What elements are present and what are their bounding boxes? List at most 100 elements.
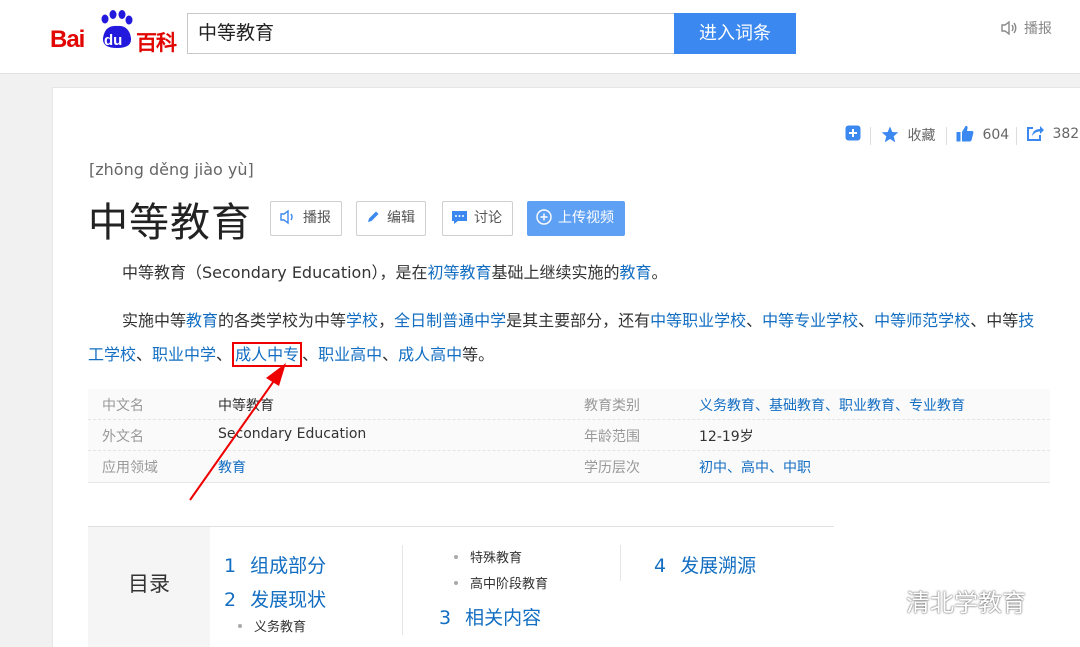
toc-item[interactable]: 1 组成部分 (224, 551, 326, 578)
top-broadcast-button[interactable]: 播报 (1000, 18, 1052, 38)
link-adult-high-school[interactable]: 成人高中 (398, 345, 462, 364)
toc-heading: 目录 (88, 527, 210, 647)
summary-text: 、 (382, 345, 399, 364)
toc-number: 3 (439, 607, 452, 629)
infobox-row: 应用领域 教育 学历层次 初中、高中、中职 (88, 451, 1050, 483)
share-count: 382 (1052, 126, 1080, 142)
infobox-value-link[interactable]: 义务教育、基础教育、职业教育、专业教育 (699, 395, 965, 415)
edit-button[interactable]: 编辑 (356, 201, 426, 236)
infobox-value: 中等教育 (218, 398, 274, 414)
like-button[interactable]: 604 (956, 125, 1009, 143)
enter-entry-button[interactable]: 进入词条 (674, 13, 796, 54)
toc-item[interactable]: 2 发展现状 (224, 585, 326, 612)
infobox-key: 应用领域 (102, 460, 158, 476)
wechat-watermark: 清北学教育 (860, 583, 1026, 618)
pencil-icon (368, 211, 379, 222)
link-vocational-high-school[interactable]: 职业高中 (318, 345, 382, 364)
share-button[interactable]: 382 (1026, 125, 1079, 142)
summary-text: 、中等 (970, 311, 1019, 330)
toc-subitem[interactable]: 高中阶段教育 (454, 573, 548, 592)
favorite-button[interactable]: 收藏 (881, 125, 935, 145)
summary-paragraph-1: 中等教育（Secondary Education），是在初等教育基础上继续实施的… (88, 256, 1048, 290)
logo-du-text: du (104, 32, 123, 49)
infobox-row: 中文名 中等教育 教育类别 义务教育、基础教育、职业教育、专业教育 (88, 389, 1050, 420)
add-button[interactable] (845, 125, 861, 142)
wechat-icon (861, 586, 898, 615)
toc-number: 2 (224, 589, 237, 611)
toc-number: 4 (654, 555, 667, 577)
infobox: 中文名 中等教育 教育类别 义务教育、基础教育、职业教育、专业教育 外文名 Se… (88, 389, 1050, 483)
link-adult-secondary-highlighted[interactable]: 成人中专 (232, 342, 303, 367)
baidu-baike-logo[interactable]: Bai du 百科 (50, 10, 177, 55)
toc-divider (402, 545, 403, 635)
thumbs-up-icon (956, 125, 974, 142)
infobox-key: 学历层次 (584, 460, 640, 476)
summary-text: ， (378, 311, 395, 330)
infobox-value-link[interactable]: 教育 (218, 457, 246, 477)
edit-label: 编辑 (387, 210, 415, 226)
summary-text: 、 (216, 345, 233, 364)
plus-square-icon (845, 125, 861, 141)
discuss-button[interactable]: 讨论 (442, 201, 513, 236)
link-vocational-middle-school[interactable]: 职业中学 (152, 345, 216, 364)
broadcast-button[interactable]: 播报 (270, 201, 342, 236)
summary-text: 是其主要部分，还有 (506, 311, 651, 330)
top-header: Bai du 百科 中等教育 进入词条 播报 (0, 0, 1080, 74)
table-of-contents: 目录 1 组成部分 2 发展现状 义务教育 特殊教育 高中阶段教育 3 相关内容 4发… (88, 526, 834, 647)
toc-label: 相关内容 (465, 607, 542, 629)
chat-icon (452, 211, 467, 224)
toc-label: 发展现状 (250, 589, 327, 611)
logo-bai-text: Bai (50, 26, 85, 53)
toc-subitem[interactable]: 特殊教育 (454, 547, 522, 566)
toc-item[interactable]: 3 相关内容 (439, 603, 541, 630)
link-vocational-school[interactable]: 中等职业学校 (650, 311, 746, 330)
favorite-label: 收藏 (907, 128, 936, 144)
toc-item[interactable]: 4 发展溯源 (654, 551, 756, 578)
toolbar-divider (946, 127, 947, 145)
logo-baike-text: 百科 (136, 31, 177, 55)
infobox-value: 12-19岁 (699, 429, 754, 445)
search-input[interactable]: 中等教育 (187, 13, 675, 54)
infobox-value-link[interactable]: 初中、高中、中职 (699, 457, 811, 477)
star-icon (881, 126, 899, 143)
toc-divider (620, 545, 621, 581)
link-education[interactable]: 教育 (620, 263, 652, 282)
link-school[interactable]: 学校 (346, 311, 378, 330)
like-count: 604 (982, 127, 1010, 143)
summary-text: 。 (651, 263, 668, 282)
summary-text: 等。 (462, 345, 495, 364)
speaker-icon (1001, 20, 1017, 36)
infobox-key: 外文名 (102, 429, 144, 445)
toc-label: 发展溯源 (680, 555, 757, 577)
summary-text: 、 (746, 311, 763, 330)
toc-label: 组成部分 (250, 555, 327, 577)
summary-paragraph-2: 实施中等教育的各类学校为中等学校，全日制普通中学是其主要部分，还有中等职业学校、… (88, 304, 1048, 372)
infobox-row: 外文名 Secondary Education 年龄范围 12-19岁 (88, 420, 1050, 451)
toolbar-divider (870, 127, 871, 145)
summary-text: 中等教育（Secondary Education），是在 (122, 263, 428, 282)
upload-video-button[interactable]: 上传视频 (527, 201, 625, 236)
link-fulltime-middle-school[interactable]: 全日制普通中学 (394, 311, 506, 330)
summary-text: 、 (858, 311, 875, 330)
broadcast-label: 播报 (303, 210, 331, 226)
link-normal-school[interactable]: 中等师范学校 (874, 311, 970, 330)
link-education[interactable]: 教育 (186, 311, 218, 330)
toc-number: 1 (224, 555, 237, 577)
toolbar-divider (1016, 127, 1017, 145)
toc-subitem[interactable]: 义务教育 (238, 616, 306, 635)
discuss-label: 讨论 (474, 210, 502, 226)
upload-video-label: 上传视频 (558, 210, 614, 226)
pinyin: [zhōng děng jiào yù] (89, 160, 254, 179)
infobox-key: 中文名 (102, 398, 144, 414)
watermark-text: 清北学教育 (906, 589, 1026, 617)
speaker-icon (280, 209, 293, 225)
top-broadcast-label: 播报 (1024, 21, 1052, 37)
infobox-key: 年龄范围 (584, 429, 640, 445)
summary-text: 基础上继续实施的 (491, 263, 620, 282)
link-specialized-school[interactable]: 中等专业学校 (762, 311, 858, 330)
summary-text: 、 (302, 345, 319, 364)
summary-text: 的各类学校为中等 (218, 311, 347, 330)
infobox-value: Secondary Education (218, 426, 367, 442)
link-primary-education[interactable]: 初等教育 (427, 263, 491, 282)
summary-text: 实施中等 (122, 311, 187, 330)
